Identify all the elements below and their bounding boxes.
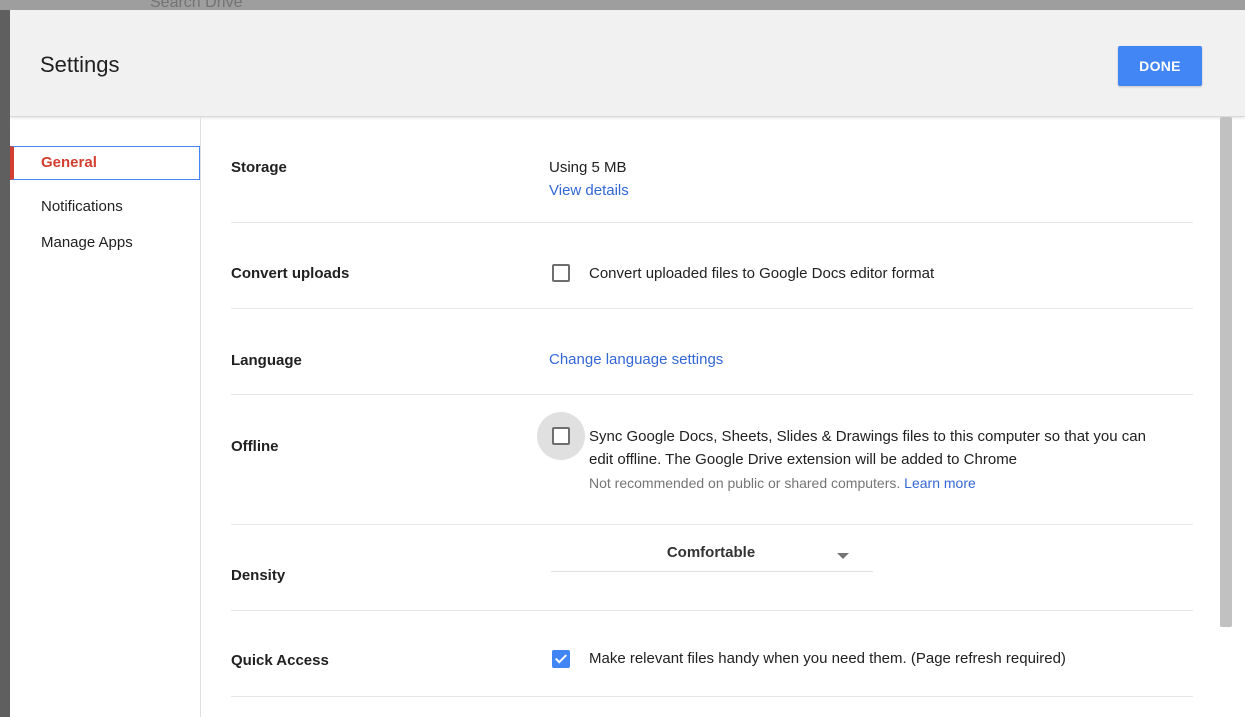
offline-note: Not recommended on public or shared comp…: [589, 475, 976, 491]
density-selected-value: Comfortable: [666, 544, 756, 561]
change-language-link[interactable]: Change language settings: [549, 351, 723, 368]
offline-text-line2: edit offline. The Google Drive extension…: [589, 451, 1018, 468]
content-scrollbar[interactable]: [1220, 117, 1232, 627]
settings-dialog: Settings DONE General Notifications Mana…: [10, 10, 1245, 717]
dialog-header: Settings DONE: [10, 10, 1245, 117]
sidebar-item-notifications[interactable]: Notifications: [10, 190, 200, 224]
density-label: Density: [231, 567, 286, 584]
search-drive-placeholder: Search Drive: [150, 0, 243, 10]
quick-access-row: Quick Access Make relevant files handy w…: [231, 611, 1193, 697]
learn-more-link[interactable]: Learn more: [904, 475, 976, 491]
sidebar-item-general[interactable]: General: [10, 146, 200, 180]
convert-uploads-checkbox[interactable]: [552, 264, 570, 282]
drive-top-bar: Search Drive: [0, 0, 1245, 10]
quick-access-text: Make relevant files handy when you need …: [589, 650, 1066, 667]
done-button[interactable]: DONE: [1118, 46, 1202, 86]
checkmark-icon: [554, 651, 568, 664]
density-row: Density Comfortable: [231, 525, 1193, 611]
dropdown-arrow-icon: [837, 553, 849, 559]
convert-uploads-row: Convert uploads Convert uploaded files t…: [231, 223, 1193, 309]
view-details-link[interactable]: View details: [549, 182, 629, 199]
convert-uploads-label: Convert uploads: [231, 265, 350, 282]
offline-text-line1: Sync Google Docs, Sheets, Slides & Drawi…: [589, 428, 1146, 445]
storage-label: Storage: [231, 159, 287, 176]
storage-row: Storage Using 5 MB View details: [231, 117, 1193, 223]
settings-sidebar: General Notifications Manage Apps: [10, 117, 201, 717]
density-dropdown[interactable]: Comfortable: [551, 538, 873, 572]
settings-content: Storage Using 5 MB View details Convert …: [201, 117, 1231, 717]
dialog-title: Settings: [40, 52, 120, 77]
language-row: Language Change language settings: [231, 309, 1193, 395]
storage-usage: Using 5 MB: [549, 159, 627, 176]
language-label: Language: [231, 352, 302, 369]
quick-access-label: Quick Access: [231, 652, 329, 669]
sidebar-item-manage-apps[interactable]: Manage Apps: [10, 226, 200, 260]
offline-row: Offline Sync Google Docs, Sheets, Slides…: [231, 395, 1193, 525]
convert-uploads-text: Convert uploaded files to Google Docs ed…: [589, 265, 935, 282]
quick-access-checkbox[interactable]: [552, 650, 570, 668]
offline-note-text: Not recommended on public or shared comp…: [589, 475, 901, 491]
offline-checkbox[interactable]: [552, 427, 570, 445]
offline-label: Offline: [231, 438, 279, 455]
